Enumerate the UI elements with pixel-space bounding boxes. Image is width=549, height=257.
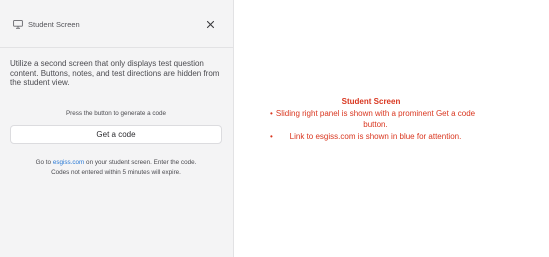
panel-header: Student Screen <box>0 0 234 48</box>
monitor-icon <box>13 20 23 29</box>
get-code-button[interactable]: Get a code <box>10 125 222 144</box>
annotation-title: Student Screen <box>341 97 401 106</box>
annotation-bullet: Sliding right panel is shown with a prom… <box>262 108 480 131</box>
instructions-note: Go to esgiss.com on your student screen.… <box>10 158 222 178</box>
esgiss-link[interactable]: esgiss.com <box>53 159 85 166</box>
student-screen-panel: Student Screen Utilize a second screen t… <box>0 0 234 257</box>
annotation-bullet: Link to esgiss.com is shown in blue for … <box>262 131 480 143</box>
close-icon[interactable] <box>205 19 216 30</box>
annotation-callout: Student Screen Sliding right panel is sh… <box>262 96 480 142</box>
instructions-line-1: Go to esgiss.com on your student screen.… <box>10 158 222 168</box>
generate-code-prompt: Press the button to generate a code <box>65 110 167 117</box>
note-before-link: Go to <box>35 159 53 166</box>
panel-title: Student Screen <box>28 20 80 29</box>
note-after-link: on your student screen. Enter the code. <box>84 159 197 166</box>
panel-description: Utilize a second screen that only displa… <box>10 59 220 88</box>
annotation-list: Sliding right panel is shown with a prom… <box>262 108 480 143</box>
instructions-line-2: Codes not entered within 5 minutes will … <box>51 169 181 176</box>
